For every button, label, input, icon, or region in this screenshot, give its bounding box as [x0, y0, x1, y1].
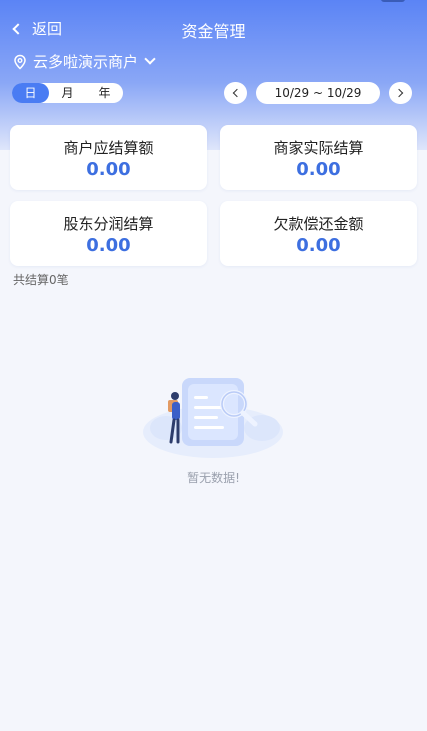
date-range-display[interactable]: 10/29 ~ 10/29 — [256, 82, 380, 104]
summary-label: 欠款偿还金额 — [273, 215, 364, 233]
summary-label: 商家实际结算 — [273, 139, 364, 157]
summary-value: 0.00 — [86, 235, 131, 256]
chevron-down-icon — [144, 53, 156, 65]
merchant-name: 云多啦演示商户 — [33, 53, 139, 71]
summary-card-shareholder-profit: 股东分润结算 0.00 — [10, 201, 207, 266]
period-toggle: 日 月 年 — [12, 83, 123, 103]
summary-card-merchant-due: 商户应结算额 0.00 — [10, 125, 207, 190]
empty-state-text: 暂无数据! — [187, 471, 240, 485]
summary-label: 商户应结算额 — [63, 139, 154, 157]
empty-state-illustration — [138, 364, 288, 464]
tab-day[interactable]: 日 — [12, 83, 49, 103]
summary-card-debt-repayment: 欠款偿还金额 0.00 — [220, 201, 417, 266]
summary-value: 0.00 — [296, 159, 341, 180]
date-range-picker: 10/29 ~ 10/29 — [224, 82, 412, 104]
merchant-selector[interactable]: 云多啦演示商户 — [12, 51, 156, 72]
chevron-right-icon — [394, 88, 404, 98]
next-date-button[interactable] — [389, 82, 412, 104]
settlement-count: 共结算0笔 — [13, 273, 69, 287]
nav-bar: 返回 资金管理 — [0, 14, 427, 46]
summary-value: 0.00 — [296, 235, 341, 256]
tab-month[interactable]: 月 — [49, 83, 86, 103]
chevron-left-icon — [232, 88, 242, 98]
previous-date-button[interactable] — [224, 82, 247, 104]
summary-label: 股东分润结算 — [63, 215, 154, 233]
page-title: 资金管理 — [181, 22, 246, 41]
tab-year[interactable]: 年 — [86, 83, 123, 103]
summary-card-actual-settlement: 商家实际结算 0.00 — [220, 125, 417, 190]
summary-value: 0.00 — [86, 159, 131, 180]
location-pin-icon — [12, 54, 28, 70]
status-bar-indicator — [381, 0, 405, 2]
